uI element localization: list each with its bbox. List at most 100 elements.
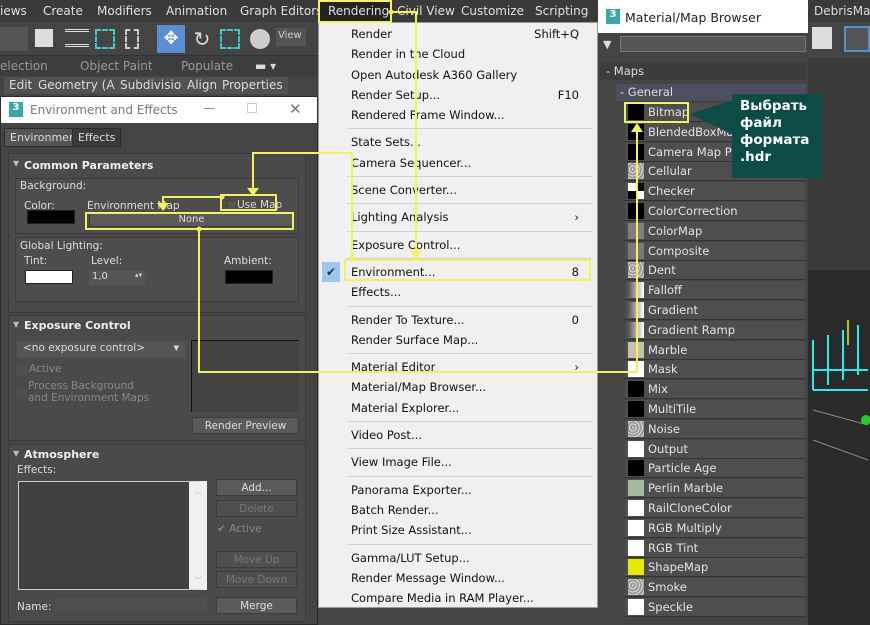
name-input[interactable] <box>55 598 207 612</box>
menu-item-open-autodesk-a360-gallery[interactable]: Open Autodesk A360 Gallery <box>319 65 597 85</box>
scale-icon[interactable] <box>220 29 240 49</box>
menu-item-compare-media-in-ram-player[interactable]: Compare Media in RAM Player... <box>319 588 597 608</box>
menu-customize[interactable]: Customize <box>461 4 524 18</box>
map-item[interactable]: Noise <box>625 419 805 439</box>
menu-item-lighting-analysis[interactable]: Lighting Analysis › <box>319 207 597 227</box>
menu-views[interactable]: iews <box>0 4 27 18</box>
menu-item-render-surface-map[interactable]: Render Surface Map... <box>319 330 597 350</box>
map-item[interactable]: Mask <box>625 360 805 380</box>
collapse-icon[interactable]: ▼ <box>13 159 19 168</box>
menu-item-material-map-browser[interactable]: Material/Map Browser... <box>319 377 597 397</box>
move-up-button[interactable]: Move Up <box>216 551 297 568</box>
tab-effects[interactable]: Effects <box>72 128 122 147</box>
ribbon-options-icon[interactable]: ▬ ▾ <box>255 59 276 73</box>
menu-item-exposure-control[interactable]: Exposure Control... <box>319 235 597 255</box>
scroll-up-icon[interactable]: ︿ <box>194 486 202 497</box>
window-crossing-icon[interactable] <box>125 29 139 49</box>
delete-button[interactable]: Delete <box>216 500 297 517</box>
menu-item-material-explorer[interactable]: Material Explorer... <box>319 398 597 418</box>
use-map-checkbox[interactable] <box>227 200 237 210</box>
process-bg-checkbox[interactable] <box>17 388 27 398</box>
menu-create[interactable]: Create <box>43 4 83 18</box>
atmosphere-active-checkbox[interactable]: ✔ Active <box>217 523 262 535</box>
maps-category[interactable]: - Maps <box>600 62 806 80</box>
map-item[interactable]: Gradient <box>625 301 805 320</box>
rollout-title[interactable]: Atmosphere <box>24 448 99 461</box>
map-item[interactable]: Smoke <box>625 578 805 598</box>
menu-item-render-in-the-cloud[interactable]: Render in the Cloud <box>319 44 597 64</box>
layers-icon[interactable] <box>812 27 832 49</box>
map-item[interactable]: Output <box>625 439 805 459</box>
exposure-type-dropdown[interactable]: <no exposure control> ▼ <box>17 341 185 357</box>
active-checkbox[interactable] <box>17 365 27 375</box>
maximize-icon[interactable] <box>247 103 257 113</box>
menu-item-effects[interactable]: Effects... <box>319 282 597 302</box>
placement-icon[interactable] <box>250 29 270 49</box>
map-item[interactable]: Gradient Ramp <box>625 320 805 340</box>
tint-swatch[interactable] <box>25 270 73 284</box>
collapse-icon[interactable]: ▼ <box>13 449 19 458</box>
menu-rendering[interactable]: Rendering <box>318 0 391 22</box>
menu-item-print-size-assistant[interactable]: Print Size Assistant... <box>319 520 597 540</box>
menu-item-material-editor[interactable]: Material Editor › <box>319 357 597 377</box>
rotate-icon[interactable]: ↻ <box>190 27 214 51</box>
grid-view-icon[interactable] <box>844 26 870 52</box>
map-item[interactable]: ColorCorrection <box>625 202 805 221</box>
background-color-swatch[interactable] <box>27 210 75 224</box>
map-item[interactable]: Dent <box>625 261 805 281</box>
reference-coord-dropdown[interactable]: View <box>276 28 306 46</box>
menu-item-render-to-texture[interactable]: Render To Texture... 0 <box>319 310 597 330</box>
menu-civil-view[interactable]: Civil View <box>397 4 455 18</box>
map-item[interactable]: Marble <box>625 340 805 360</box>
menu-item-render-setup[interactable]: Render Setup... F10 <box>319 85 597 105</box>
map-item[interactable]: ColorMap <box>625 221 805 241</box>
menu-modifiers[interactable]: Modifiers <box>97 4 152 18</box>
menu-item-panorama-exporter[interactable]: Panorama Exporter... <box>319 480 597 500</box>
panel-properties[interactable]: Properties <box>217 77 288 94</box>
menu-item-video-post[interactable]: Video Post... <box>319 425 597 445</box>
menu-item-render[interactable]: Render Shift+Q <box>319 24 597 44</box>
search-input[interactable] <box>620 36 806 52</box>
move-icon[interactable]: ✥ <box>157 25 185 53</box>
menu-graph-editors[interactable]: Graph Editors <box>240 4 322 18</box>
map-item[interactable]: Falloff <box>625 281 805 301</box>
effects-list[interactable] <box>18 481 207 590</box>
menu-item-view-image-file[interactable]: View Image File... <box>319 452 597 472</box>
select-object-icon[interactable] <box>35 29 53 47</box>
minimize-icon[interactable]: — <box>203 101 215 115</box>
debris-maker-tab[interactable]: DebrisMake <box>808 0 870 22</box>
menu-scripting[interactable]: Scripting <box>535 4 588 18</box>
menu-item-gamma-lut-setup[interactable]: Gamma/LUT Setup... <box>319 548 597 568</box>
selection-filter-dropdown[interactable] <box>0 27 28 51</box>
level-spinner[interactable]: 1,0 ▴▾ <box>89 271 145 285</box>
ribbon-tab-object-paint[interactable]: Object Paint <box>80 59 153 73</box>
close-icon[interactable]: ✕ <box>289 100 302 118</box>
map-item[interactable]: Speckle <box>625 598 805 617</box>
map-item[interactable]: Checker <box>625 182 805 202</box>
add-button[interactable]: Add... <box>216 479 297 496</box>
map-item[interactable]: Composite <box>625 241 805 261</box>
merge-button[interactable]: Merge <box>216 597 297 614</box>
menu-item-batch-render[interactable]: Batch Render... <box>319 500 597 520</box>
menu-item-rendered-frame-window[interactable]: Rendered Frame Window... <box>319 105 597 125</box>
scroll-down-icon[interactable]: ﹀ <box>194 575 202 586</box>
map-item[interactable]: Particle Age <box>625 459 805 479</box>
collapse-icon[interactable]: ▼ <box>13 320 19 329</box>
map-item[interactable]: Perlin Marble <box>625 479 805 499</box>
map-item[interactable]: RGB Multiply <box>625 518 805 538</box>
map-item[interactable]: Mix <box>625 380 805 400</box>
map-item[interactable]: RGB Tint <box>625 538 805 558</box>
ribbon-tab-selection[interactable]: election <box>0 59 48 73</box>
options-dropdown-icon[interactable]: ▼ <box>603 38 611 51</box>
ribbon-tab-populate[interactable]: Populate <box>181 59 233 73</box>
map-item[interactable]: ShapeMap <box>625 558 805 578</box>
menu-item-environment[interactable]: ✔ Environment... 8 <box>319 261 597 282</box>
ambient-swatch[interactable] <box>225 270 273 284</box>
move-down-button[interactable]: Move Down <box>216 571 297 588</box>
rect-selection-icon[interactable] <box>95 29 115 49</box>
environment-map-button[interactable]: None <box>89 213 294 227</box>
menu-item-scene-converter[interactable]: Scene Converter... <box>319 180 597 200</box>
menu-animation[interactable]: Animation <box>166 4 227 18</box>
map-item[interactable]: RailCloneColor <box>625 499 805 518</box>
select-by-name-icon[interactable] <box>65 29 89 47</box>
